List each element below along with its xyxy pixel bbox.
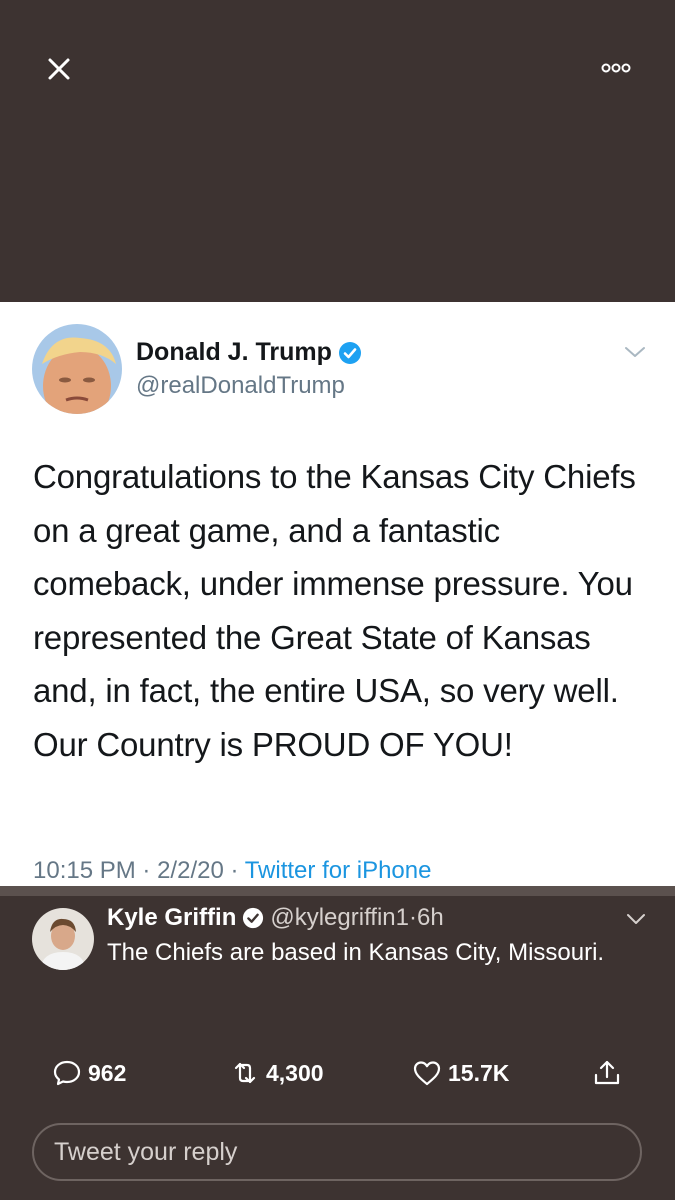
tweet-source-link[interactable]: Twitter for iPhone: [245, 857, 432, 884]
close-icon: [48, 58, 70, 80]
reply-header: Kyle Griffin @kylegriffin1 · 6h: [107, 904, 444, 932]
share-button[interactable]: [592, 1058, 622, 1088]
retweet-button[interactable]: 4,300: [230, 1058, 324, 1088]
tweet-time: 10:15 PM: [33, 857, 136, 884]
retweet-count: 4,300: [266, 1059, 324, 1086]
reply-text: The Chiefs are based in Kansas City, Mis…: [107, 939, 605, 966]
like-count: 15.7K: [448, 1059, 510, 1086]
overlay-divider: [0, 886, 675, 896]
reply-avatar-image: [32, 908, 94, 970]
tweet-meta: 10:15 PM · 2/2/20 · Twitter for iPhone: [33, 857, 431, 885]
tweet-date: 2/2/20: [157, 857, 224, 884]
like-button[interactable]: 15.7K: [412, 1058, 509, 1088]
author-name[interactable]: Donald J. Trump: [136, 338, 332, 367]
avatar-image: [32, 324, 122, 414]
reply-author-handle[interactable]: @kylegriffin1: [270, 904, 409, 932]
tweet-text: Congratulations to the Kansas City Chief…: [33, 458, 636, 763]
author-name-row: Donald J. Trump: [136, 338, 362, 367]
verified-badge-icon: [243, 907, 264, 929]
meta-separator: ·: [230, 857, 245, 884]
reply-input-placeholder: Tweet your reply: [54, 1138, 238, 1166]
close-button[interactable]: [42, 52, 76, 86]
reply-icon: [53, 1060, 81, 1086]
more-options-button[interactable]: [596, 56, 636, 80]
top-bar: [0, 0, 675, 302]
author-handle[interactable]: @realDonaldTrump: [136, 372, 345, 400]
share-icon: [594, 1060, 620, 1085]
reply-overlay: Kyle Griffin @kylegriffin1 · 6h The Chie…: [0, 886, 675, 1200]
chevron-down-icon[interactable]: [624, 910, 648, 928]
reply-count: 962: [88, 1059, 127, 1086]
more-options-icon: [601, 63, 631, 73]
retweet-icon: [234, 1062, 256, 1084]
tweet-card: Donald J. Trump @realDonaldTrump Congrat…: [0, 302, 675, 886]
reply-age: 6h: [417, 904, 444, 931]
heart-icon: [413, 1061, 441, 1086]
verified-badge-icon: [338, 341, 361, 364]
reply-input[interactable]: Tweet your reply: [32, 1123, 642, 1181]
chevron-down-icon[interactable]: [622, 342, 648, 362]
reply-author-name[interactable]: Kyle Griffin: [107, 904, 236, 932]
meta-separator: ·: [142, 857, 158, 884]
author-avatar[interactable]: [32, 324, 122, 414]
reply-separator: ·: [409, 904, 418, 931]
reply-button[interactable]: 962: [52, 1058, 126, 1088]
reply-author-avatar[interactable]: [32, 908, 94, 970]
action-bar: 962 4,300 15.7K: [0, 1058, 675, 1098]
